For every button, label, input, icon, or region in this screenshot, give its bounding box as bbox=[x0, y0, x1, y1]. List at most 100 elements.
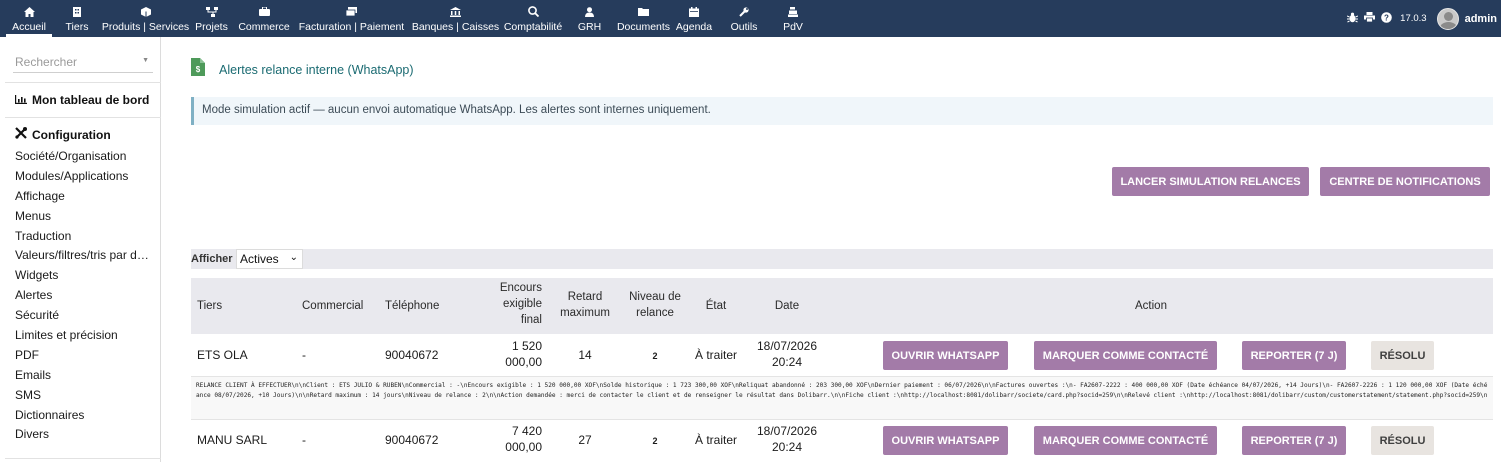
col-retard[interactable]: Retard maximum bbox=[554, 289, 616, 321]
niveau-cell: 2 bbox=[652, 351, 658, 361]
col-date[interactable]: Date bbox=[769, 298, 805, 314]
home-icon bbox=[23, 4, 35, 19]
resolved-button[interactable]: RÉSOLU bbox=[1371, 341, 1434, 370]
col-encours[interactable]: Encours exigible final bbox=[486, 280, 542, 328]
menu-agenda[interactable]: Agenda bbox=[672, 0, 716, 37]
table-row: MANU SARL - 90040672 7 420 000,00 27 2 À… bbox=[191, 419, 1493, 461]
col-etat[interactable]: État bbox=[698, 298, 734, 314]
help-icon[interactable]: ? bbox=[1381, 11, 1392, 26]
svg-text:?: ? bbox=[1384, 13, 1389, 22]
chevron-down-icon: ⌄ bbox=[289, 252, 298, 263]
sidebar-item-alertes[interactable]: Alertes bbox=[15, 288, 155, 308]
telephone-cell: 90040672 bbox=[385, 348, 439, 362]
sidebar-item-dictionnaires[interactable]: Dictionnaires bbox=[15, 408, 155, 428]
tiers-link[interactable]: MANU SARL bbox=[197, 432, 267, 448]
col-commercial[interactable]: Commercial bbox=[302, 298, 363, 314]
commercial-cell: - bbox=[302, 348, 306, 362]
table-header: Tiers Commercial Téléphone Encours exigi… bbox=[191, 278, 1493, 334]
sidebar-item-societe[interactable]: Société/Organisation bbox=[15, 149, 155, 169]
col-niveau[interactable]: Niveau de relance bbox=[623, 289, 687, 321]
cash-register-icon bbox=[788, 4, 798, 19]
invoice-icon: $ bbox=[191, 58, 205, 81]
tools-icon bbox=[15, 127, 27, 142]
sidebar-item-menus[interactable]: Menus bbox=[15, 209, 155, 229]
divider bbox=[5, 458, 161, 459]
status-filter-select[interactable]: Actives ⌄ bbox=[236, 249, 303, 269]
mark-contacted-button[interactable]: MARQUER COMME CONTACTÉ bbox=[1034, 426, 1217, 455]
open-whatsapp-button[interactable]: OUVRIR WHATSAPP bbox=[883, 426, 1008, 455]
sidebar-item-valeurs[interactable]: Valeurs/filtres/tris par déf… bbox=[15, 248, 155, 268]
filter-label: Afficher bbox=[191, 253, 233, 265]
etat-cell: À traiter bbox=[694, 433, 737, 447]
mark-contacted-button[interactable]: MARQUER COMME CONTACTÉ bbox=[1034, 341, 1217, 370]
menu-outils[interactable]: Outils bbox=[716, 0, 772, 37]
date-cell: 18/07/2026 20:24 bbox=[756, 339, 818, 369]
folder-icon bbox=[638, 4, 649, 19]
commercial-cell: - bbox=[302, 433, 306, 447]
open-whatsapp-button[interactable]: OUVRIR WHATSAPP bbox=[883, 341, 1008, 370]
filter-bar: Afficher Actives ⌄ bbox=[191, 249, 1493, 269]
encours-cell: 7 420 000,00 bbox=[505, 424, 542, 454]
user-icon bbox=[585, 4, 594, 19]
dashboard-link[interactable]: Mon tableau de bord bbox=[15, 93, 149, 107]
encours-cell: 1 520 000,00 bbox=[505, 339, 542, 369]
reminder-message: RELANCE CLIENT À EFFECTUER\n\nClient : E… bbox=[191, 376, 1493, 420]
telephone-cell: 90040672 bbox=[385, 433, 439, 447]
menu-documents[interactable]: Documents bbox=[615, 0, 672, 37]
sidebar-item-pdf[interactable]: PDF bbox=[15, 348, 155, 368]
sidebar-item-traduction[interactable]: Traduction bbox=[15, 229, 155, 249]
menu-comptabilite[interactable]: Comptabilité bbox=[502, 0, 564, 37]
date-cell: 18/07/2026 20:24 bbox=[756, 424, 818, 454]
menu-accueil[interactable]: Accueil bbox=[6, 0, 52, 37]
sidebar-item-widgets[interactable]: Widgets bbox=[15, 268, 155, 288]
tiers-link[interactable]: ETS OLA bbox=[197, 347, 248, 363]
top-right-tools: ? 17.0.3 admin bbox=[1346, 0, 1497, 37]
sidebar-item-limites[interactable]: Limites et précision bbox=[15, 328, 155, 348]
configuration-heading[interactable]: Configuration bbox=[15, 127, 111, 142]
bug-icon[interactable] bbox=[1346, 12, 1359, 26]
sidebar-item-modules[interactable]: Modules/Applications bbox=[15, 169, 155, 189]
postpone-button[interactable]: REPORTER (7 J) bbox=[1242, 426, 1346, 455]
retard-cell: 14 bbox=[578, 348, 592, 362]
page-title: $ Alertes relance interne (WhatsApp) bbox=[191, 58, 414, 81]
svg-text:$: $ bbox=[196, 65, 201, 74]
menu-tiers[interactable]: Tiers bbox=[52, 0, 102, 37]
print-icon[interactable] bbox=[1364, 12, 1376, 25]
money-icon bbox=[346, 4, 357, 19]
main-content: $ Alertes relance interne (WhatsApp) Mod… bbox=[162, 37, 1501, 462]
notification-center-button[interactable]: CENTRE DE NOTIFICATIONS bbox=[1320, 167, 1490, 196]
bank-icon bbox=[450, 4, 461, 19]
col-action: Action bbox=[1135, 300, 1167, 312]
top-navbar: Accueil Tiers Produits | Services Projet… bbox=[0, 0, 1501, 37]
search-input[interactable]: Rechercher ▼ bbox=[13, 51, 153, 73]
postpone-button[interactable]: REPORTER (7 J) bbox=[1242, 341, 1346, 370]
menu-projets[interactable]: Projets bbox=[189, 0, 234, 37]
wrench-icon bbox=[739, 4, 749, 19]
menu-pdv[interactable]: PdV bbox=[772, 0, 814, 37]
config-menu-list: Société/Organisation Modules/Application… bbox=[15, 149, 155, 447]
user-name[interactable]: admin bbox=[1465, 13, 1497, 25]
sidebar-item-sms[interactable]: SMS bbox=[15, 388, 155, 408]
divider bbox=[5, 117, 161, 118]
cube-icon bbox=[140, 4, 151, 19]
building-icon bbox=[73, 4, 81, 19]
version-label: 17.0.3 bbox=[1400, 13, 1427, 24]
sidebar-item-divers[interactable]: Divers bbox=[15, 427, 155, 447]
col-tiers[interactable]: Tiers bbox=[197, 298, 222, 314]
menu-grh[interactable]: GRH bbox=[564, 0, 615, 37]
avatar[interactable] bbox=[1436, 7, 1459, 30]
niveau-cell: 2 bbox=[652, 436, 658, 446]
menu-commerce[interactable]: Commerce bbox=[234, 0, 294, 37]
menu-facturation[interactable]: Facturation | Paiement bbox=[294, 0, 409, 37]
menu-produits-services[interactable]: Produits | Services bbox=[102, 0, 189, 37]
divider bbox=[5, 82, 161, 83]
menu-banques[interactable]: Banques | Caisses bbox=[409, 0, 502, 37]
sidebar-item-affichage[interactable]: Affichage bbox=[15, 189, 155, 209]
launch-simulation-button[interactable]: LANCER SIMULATION RELANCES bbox=[1112, 167, 1309, 196]
sidebar-item-emails[interactable]: Emails bbox=[15, 368, 155, 388]
sidebar-item-securite[interactable]: Sécurité bbox=[15, 308, 155, 328]
left-sidebar: Rechercher ▼ Mon tableau de bord Configu… bbox=[5, 37, 161, 462]
resolved-button[interactable]: RÉSOLU bbox=[1371, 426, 1434, 455]
calendar-icon bbox=[689, 4, 699, 19]
col-telephone[interactable]: Téléphone bbox=[385, 298, 439, 314]
